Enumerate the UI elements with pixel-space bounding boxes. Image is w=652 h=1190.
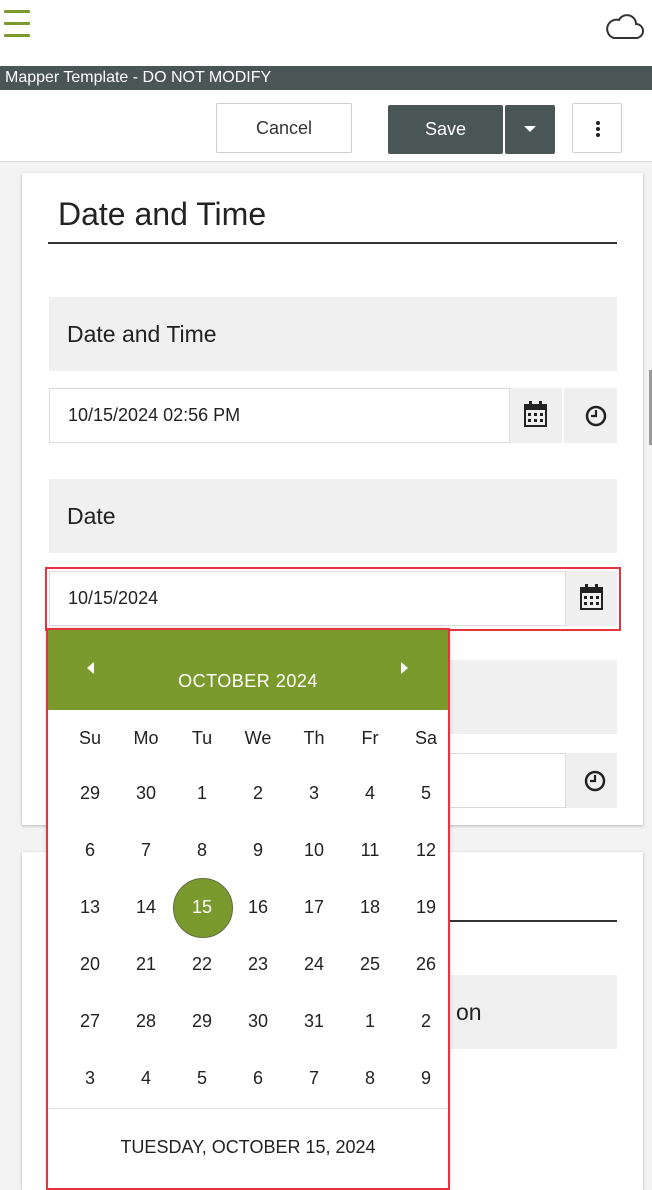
- calendar-day[interactable]: 22: [174, 939, 230, 989]
- form-title-bar: Mapper Template - DO NOT MODIFY: [0, 66, 652, 90]
- field-label-date: Date: [49, 479, 617, 553]
- section-title-divider: [48, 242, 617, 244]
- weekday-label: Tu: [191, 728, 213, 748]
- calendar-day[interactable]: 6: [230, 1053, 286, 1103]
- calendar-icon[interactable]: [566, 571, 617, 626]
- calendar-day[interactable]: 8: [342, 1053, 398, 1103]
- save-options-dropdown-button[interactable]: [505, 105, 555, 154]
- section-title: Date and Time: [58, 196, 267, 232]
- calendar-day[interactable]: 9: [230, 825, 286, 875]
- calendar-icon[interactable]: [510, 388, 562, 443]
- calendar-day[interactable]: 31: [286, 996, 342, 1046]
- calendar-day[interactable]: 4: [342, 768, 398, 818]
- calendar-day[interactable]: 24: [286, 939, 342, 989]
- calendar-day[interactable]: 10: [286, 825, 342, 875]
- calendar-day[interactable]: 30: [118, 768, 174, 818]
- cloud-icon[interactable]: [604, 12, 644, 44]
- calendar-day[interactable]: 17: [286, 882, 342, 932]
- previous-month-arrow-icon[interactable]: [81, 658, 101, 678]
- calendar-day[interactable]: 1: [342, 996, 398, 1046]
- calendar-day[interactable]: 8: [174, 825, 230, 875]
- calendar-day[interactable]: 5: [398, 768, 454, 818]
- calendar-day[interactable]: 6: [62, 825, 118, 875]
- second-section-title-divider: [448, 920, 617, 922]
- calendar-day[interactable]: 23: [230, 939, 286, 989]
- date-input[interactable]: 10/15/2024: [49, 571, 566, 626]
- cancel-button[interactable]: Cancel: [216, 103, 352, 153]
- calendar-day[interactable]: 16: [230, 882, 286, 932]
- selected-date-footer[interactable]: TUESDAY, OCTOBER 15, 2024: [48, 1108, 448, 1188]
- next-month-arrow-icon[interactable]: [394, 658, 414, 678]
- date-picker-header: OCTOBER 2024: [48, 628, 448, 710]
- calendar-day[interactable]: 1: [174, 768, 230, 818]
- calendar-day[interactable]: 2: [398, 996, 454, 1046]
- calendar-day[interactable]: 27: [62, 996, 118, 1046]
- calendar-day[interactable]: 9: [398, 1053, 454, 1103]
- calendar-day[interactable]: 28: [118, 996, 174, 1046]
- month-year-label[interactable]: OCTOBER 2024: [148, 628, 348, 710]
- calendar-day[interactable]: 5: [174, 1053, 230, 1103]
- calendar-day[interactable]: 3: [286, 768, 342, 818]
- clock-icon[interactable]: [566, 753, 617, 808]
- calendar-day[interactable]: 30: [230, 996, 286, 1046]
- calendar-day[interactable]: 26: [398, 939, 454, 989]
- field-label-date-and-time: Date and Time: [49, 297, 617, 371]
- calendar-day[interactable]: 21: [118, 939, 174, 989]
- more-options-button[interactable]: [572, 103, 622, 153]
- form-toolbar: Cancel Save: [0, 90, 652, 162]
- calendar-day[interactable]: 2: [230, 768, 286, 818]
- calendar-day[interactable]: 12: [398, 825, 454, 875]
- weekday-label: Su: [78, 728, 102, 748]
- calendar-day[interactable]: 19: [398, 882, 454, 932]
- second-section-field-label: on: [448, 975, 617, 1049]
- calendar-day[interactable]: 13: [62, 882, 118, 932]
- calendar-day[interactable]: 7: [118, 825, 174, 875]
- calendar-day[interactable]: 20: [62, 939, 118, 989]
- calendar-day[interactable]: 11: [342, 825, 398, 875]
- calendar-day-selected[interactable]: 15: [173, 878, 233, 938]
- weekday-label: Mo: [133, 728, 159, 748]
- calendar-day[interactable]: 29: [62, 768, 118, 818]
- date-and-time-input[interactable]: 10/15/2024 02:56 PM: [49, 388, 510, 443]
- calendar-day[interactable]: 14: [118, 882, 174, 932]
- hamburger-menu-icon[interactable]: [4, 6, 34, 42]
- calendar-day[interactable]: 4: [118, 1053, 174, 1103]
- calendar-day[interactable]: 18: [342, 882, 398, 932]
- calendar-day[interactable]: 25: [342, 939, 398, 989]
- calendar-day[interactable]: 7: [286, 1053, 342, 1103]
- calendar-day[interactable]: 3: [62, 1053, 118, 1103]
- clock-icon[interactable]: [564, 388, 617, 443]
- calendar-day[interactable]: 29: [174, 996, 230, 1046]
- save-button[interactable]: Save: [388, 105, 503, 154]
- weekday-label: Th: [303, 728, 325, 748]
- weekday-label: Fr: [361, 728, 379, 748]
- weekday-label: Sa: [414, 728, 438, 748]
- weekday-label: We: [244, 728, 272, 748]
- app-top-bar: [0, 0, 652, 66]
- date-picker-popup: OCTOBER 2024 Su Mo Tu We Th Fr Sa 29 30 1 2 3 4 5 6 7 8…: [48, 628, 448, 1188]
